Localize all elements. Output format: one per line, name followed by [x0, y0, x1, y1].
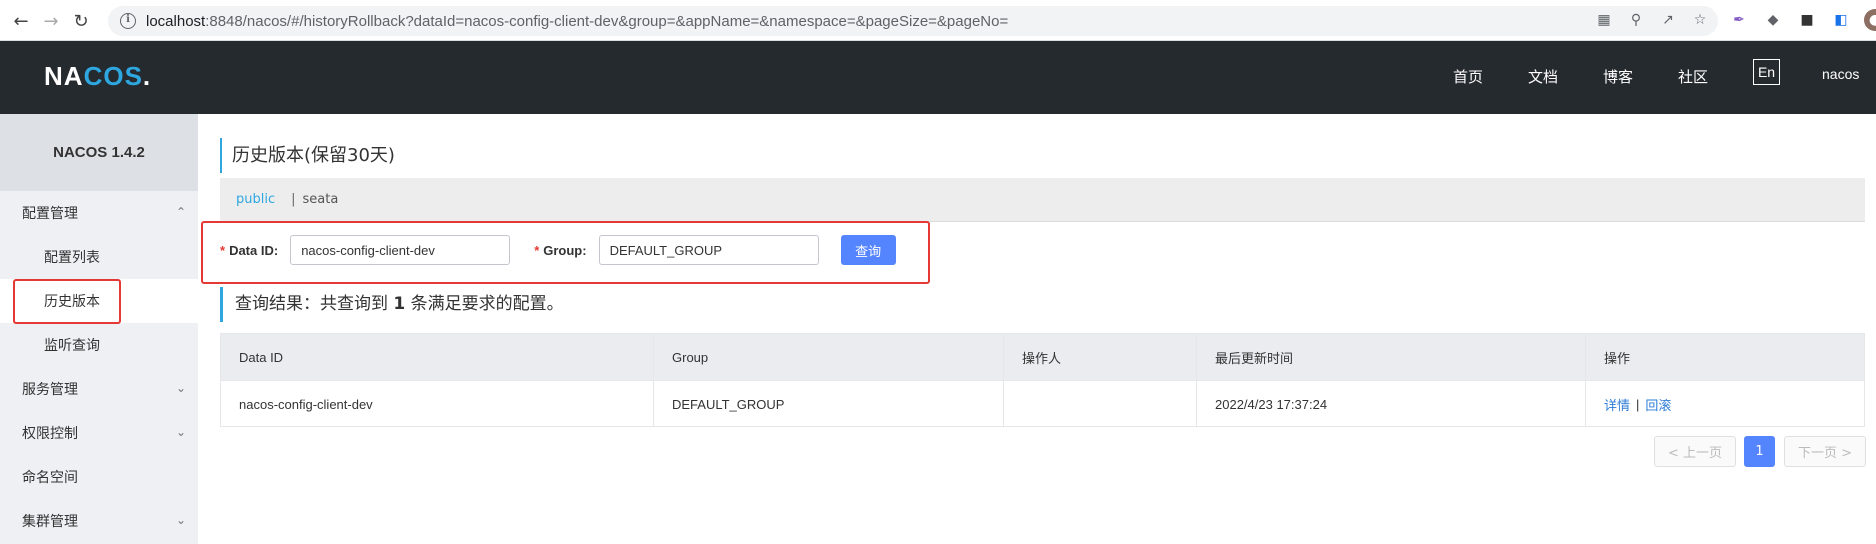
- sidebar-item-service-management[interactable]: 服务管理 ⌄: [0, 367, 198, 411]
- sidebar-item-label: 配置列表: [44, 250, 100, 266]
- back-icon[interactable]: ←: [8, 8, 34, 34]
- feather-extension-icon[interactable]: ✒: [1728, 9, 1750, 31]
- page-1-button[interactable]: 1: [1744, 436, 1775, 467]
- col-header-data-id[interactable]: Data ID: [221, 334, 654, 380]
- zoom-icon[interactable]: ⚲: [1626, 10, 1646, 30]
- sidebar-item-config-list[interactable]: 配置列表: [0, 235, 198, 279]
- url-path: :8848/nacos/#/historyRollback?dataId=nac…: [205, 12, 1009, 30]
- chevron-down-icon: ⌄: [175, 381, 186, 395]
- group-label: * Group:: [534, 242, 587, 258]
- sidebar-item-listener-query[interactable]: 监听查询: [0, 323, 198, 367]
- sidepanel-icon[interactable]: ◧: [1830, 9, 1852, 31]
- table-row: nacos-config-client-dev DEFAULT_GROUP 20…: [221, 380, 1864, 427]
- chevron-down-icon: ⌄: [175, 513, 186, 527]
- address-bar[interactable]: i localhost:8848/nacos/#/historyRollback…: [108, 6, 1718, 36]
- query-button[interactable]: 查询: [840, 235, 896, 265]
- namespace-bar: public | seata: [220, 178, 1865, 222]
- sidebar-item-cluster-management[interactable]: 集群管理 ⌄: [0, 499, 198, 543]
- translate-icon[interactable]: ▦: [1594, 10, 1614, 30]
- sidebar: NACOS 1.4.2 配置管理 ⌃ 配置列表 历史版本 监听查询 服务管理 ⌄…: [0, 114, 198, 544]
- result-summary: 查询结果：共查询到 1 条满足要求的配置。: [220, 287, 564, 322]
- version-label: NACOS 1.4.2: [0, 114, 198, 191]
- chevron-down-icon: ⌄: [175, 425, 186, 439]
- action-separator: |: [1636, 396, 1640, 412]
- language-switch[interactable]: En: [1753, 59, 1780, 85]
- cell-operator: [1004, 381, 1197, 427]
- namespace-seata[interactable]: seata: [303, 192, 339, 207]
- prev-page-button[interactable]: < 上一页: [1654, 436, 1736, 467]
- chevron-up-icon: ⌃: [175, 205, 186, 219]
- url-host: localhost: [146, 12, 206, 30]
- app-header: NACOS. 首页 文档 博客 社区 En nacos: [0, 41, 1876, 114]
- group-input[interactable]: DEFAULT_GROUP: [598, 235, 819, 265]
- cell-actions: 详情 | 回滚: [1586, 381, 1864, 427]
- url-text[interactable]: localhost:8848/nacos/#/historyRollback?d…: [146, 13, 1008, 30]
- search-form: * Data ID: nacos-config-client-dev * Group…: [220, 232, 896, 268]
- site-info-icon[interactable]: i: [120, 13, 136, 29]
- history-table: Data ID Group 操作人 最后更新时间 操作 nacos-config…: [220, 333, 1865, 427]
- highlight-box-history: [13, 279, 121, 324]
- data-id-input[interactable]: nacos-config-client-dev: [290, 235, 511, 265]
- nacos-logo[interactable]: NACOS.: [44, 61, 151, 92]
- bookmark-star-icon[interactable]: ☆: [1690, 10, 1710, 30]
- sidebar-item-config-management[interactable]: 配置管理 ⌃: [0, 191, 198, 235]
- rollback-link[interactable]: 回滚: [1645, 395, 1671, 414]
- col-header-operator[interactable]: 操作人: [1004, 334, 1197, 380]
- next-page-button[interactable]: 下一页 >: [1784, 436, 1866, 467]
- col-header-group[interactable]: Group: [654, 334, 1004, 380]
- browser-toolbar: ← → ↻ i localhost:8848/nacos/#/historyRo…: [0, 0, 1876, 41]
- sidebar-item-label: 配置管理: [22, 206, 78, 222]
- nav-community[interactable]: 社区: [1678, 66, 1708, 87]
- page-title: 历史版本(保留30天): [220, 138, 395, 173]
- table-header: Data ID Group 操作人 最后更新时间 操作: [221, 334, 1864, 380]
- detail-link[interactable]: 详情: [1604, 395, 1630, 414]
- cell-group: DEFAULT_GROUP: [654, 381, 1004, 427]
- nav-blog[interactable]: 博客: [1603, 66, 1633, 87]
- nav-docs[interactable]: 文档: [1528, 66, 1558, 87]
- namespace-public[interactable]: public: [236, 192, 275, 207]
- cell-updated: 2022/4/23 17:37:24: [1197, 381, 1586, 427]
- data-id-label: * Data ID:: [220, 242, 279, 258]
- sidebar-item-label: 命名空间: [22, 470, 78, 486]
- user-name[interactable]: nacos: [1822, 66, 1859, 82]
- col-header-updated[interactable]: 最后更新时间: [1197, 334, 1586, 380]
- cell-data-id: nacos-config-client-dev: [221, 381, 654, 427]
- forward-icon[interactable]: →: [38, 8, 64, 34]
- sidebar-item-label: 集群管理: [22, 514, 78, 530]
- sidebar-item-access-control[interactable]: 权限控制 ⌄: [0, 411, 198, 455]
- profile-avatar[interactable]: ●: [1864, 9, 1876, 31]
- sidebar-item-label: 监听查询: [44, 338, 100, 354]
- namespace-separator: |: [291, 192, 296, 207]
- share-icon[interactable]: ↗: [1658, 10, 1678, 30]
- reload-icon[interactable]: ↻: [68, 8, 94, 34]
- puzzle-extensions-icon[interactable]: ■: [1796, 9, 1818, 31]
- nav-home[interactable]: 首页: [1453, 66, 1483, 87]
- sidebar-item-label: 服务管理: [22, 382, 78, 398]
- col-header-actions: 操作: [1604, 350, 1631, 366]
- sidebar-item-label: 权限控制: [22, 426, 78, 442]
- extension-icon-2[interactable]: ◆: [1762, 9, 1784, 31]
- result-count: 1: [393, 294, 406, 314]
- sidebar-item-namespace[interactable]: 命名空间: [0, 455, 198, 499]
